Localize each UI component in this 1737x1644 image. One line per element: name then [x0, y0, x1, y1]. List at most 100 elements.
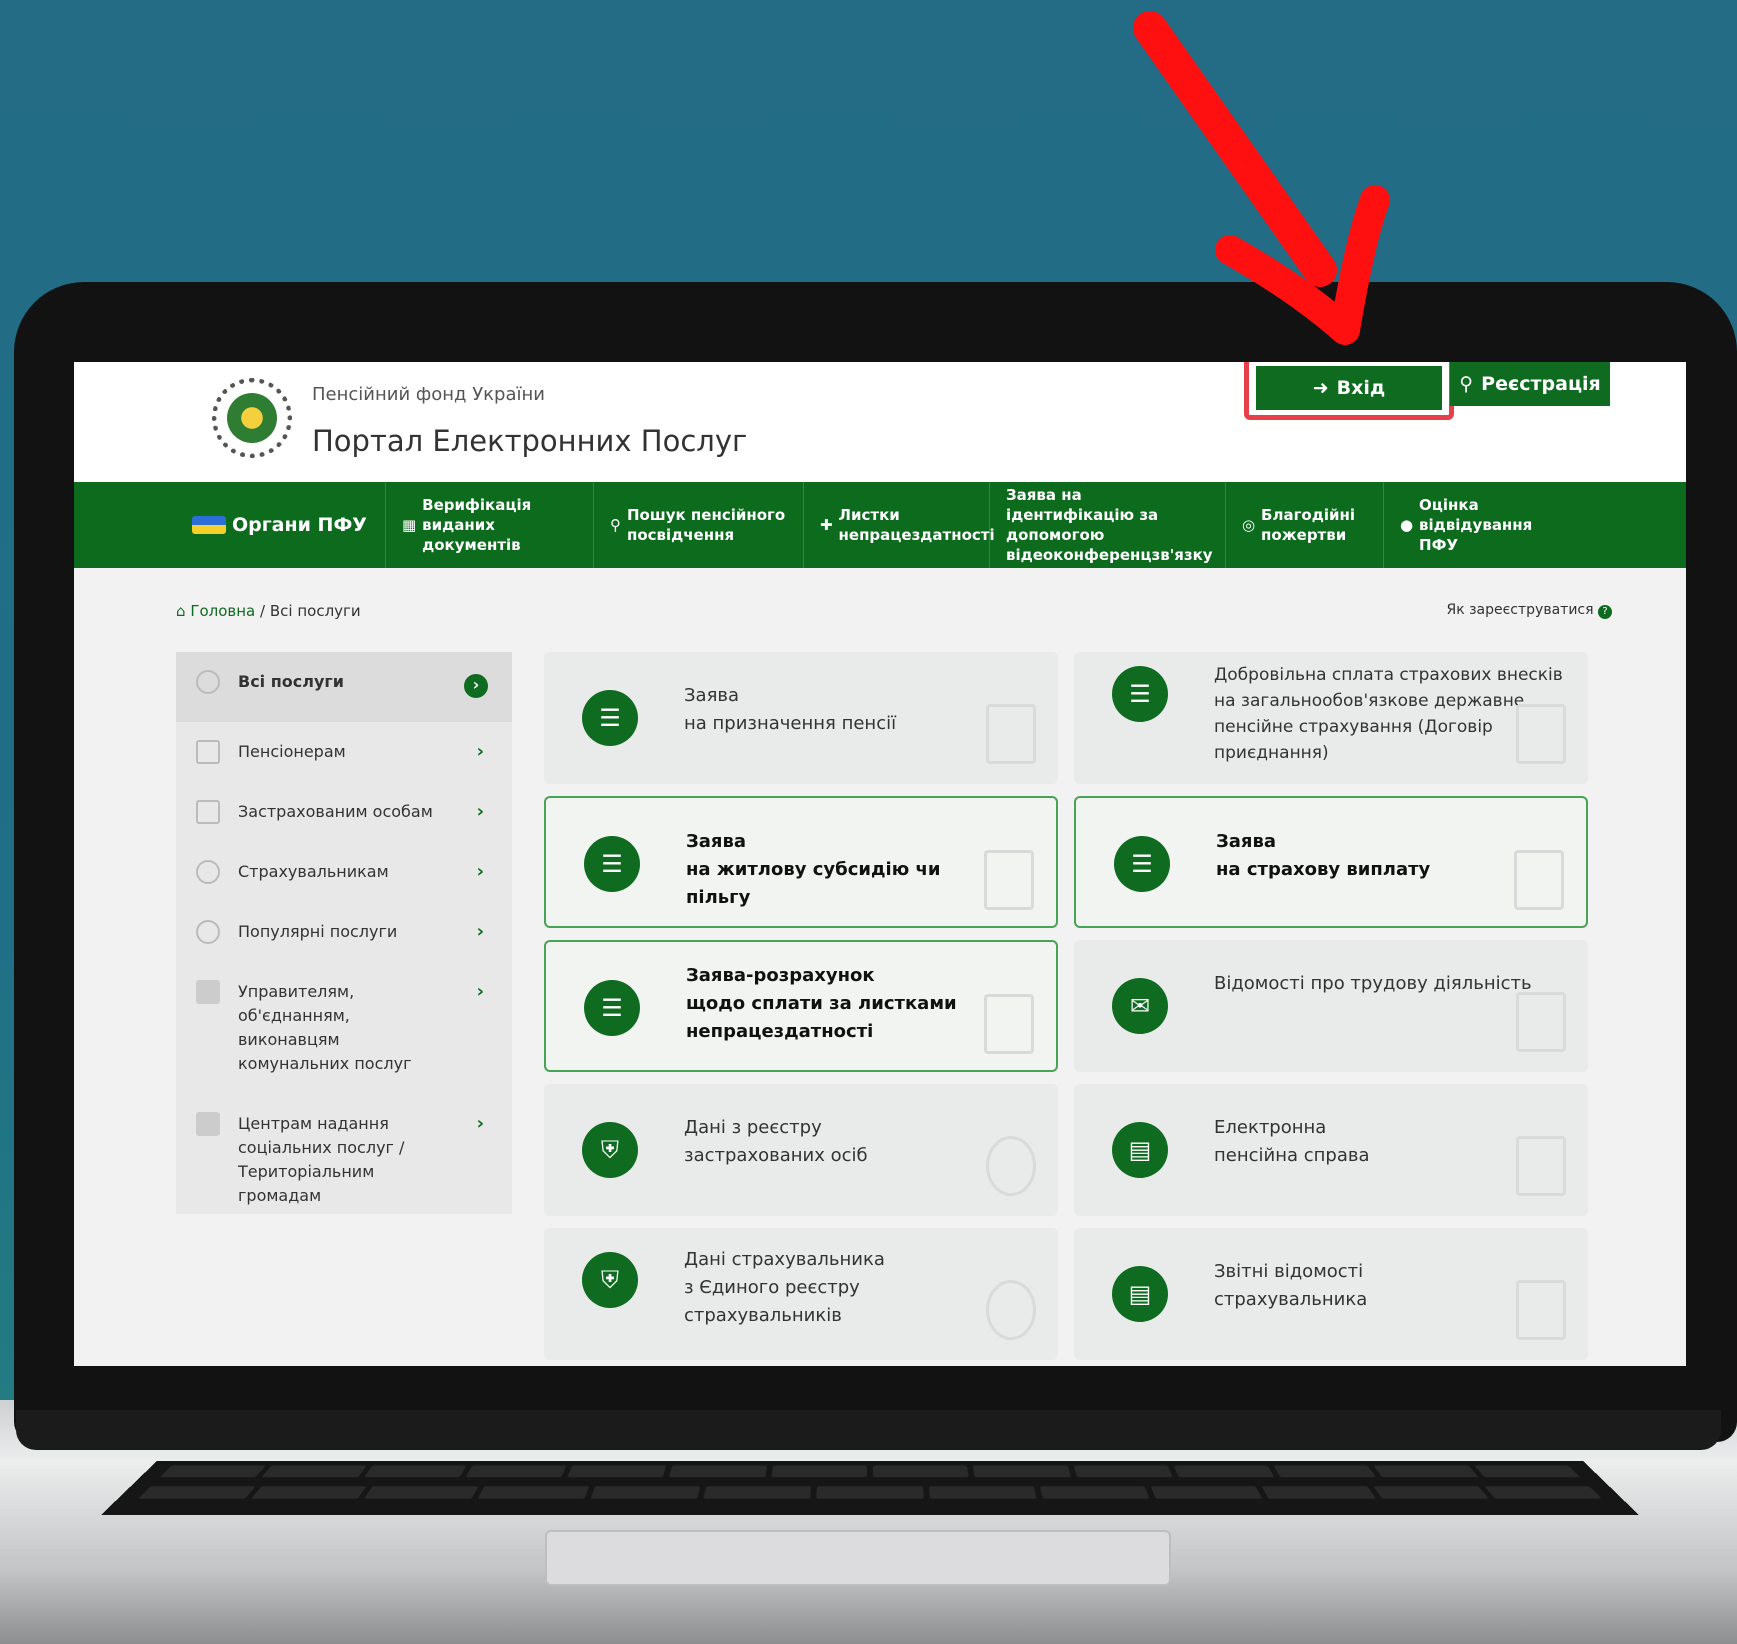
howto-register-label: Як зареєструватися: [1446, 602, 1594, 618]
document-check-icon: ☰: [584, 836, 640, 892]
star-icon: [196, 920, 220, 944]
card-text: Заява на страхову виплату: [1216, 831, 1431, 880]
nav-pfu-bodies[interactable]: Органи ПФУ: [174, 482, 386, 568]
file-ghost-icon: [1516, 1136, 1566, 1196]
card-text: Відомості про трудову діяльність: [1214, 973, 1532, 994]
breadcrumb: ⌂ Головна / Всі послуги: [176, 602, 361, 620]
search-icon: ⚲: [609, 516, 621, 534]
laptop-trackpad: [545, 1530, 1171, 1586]
card-text: Звітні відомості страхувальника: [1214, 1261, 1368, 1310]
chevron-right-icon: ›: [476, 1113, 484, 1134]
nav-sick-leave[interactable]: ✚ Листки непрацездатності: [804, 482, 995, 568]
login-label: Вхід: [1336, 377, 1386, 399]
breadcrumb-current: Всі послуги: [269, 602, 361, 620]
nav-verification[interactable]: ▦ Верифікація виданих документів: [386, 482, 594, 568]
service-card-employment-info[interactable]: ✉ Відомості про трудову діяльність: [1074, 940, 1588, 1072]
service-card-voluntary-contributions[interactable]: ☰ Добровільна сплата страхових внесків на…: [1074, 652, 1588, 784]
nav-label: Оцінка відвідування ПФУ: [1419, 496, 1533, 554]
sidebar-item-label: Пенсіонерам: [238, 742, 346, 761]
nav-label: Листки непрацездатності: [838, 506, 995, 544]
document-icon: [196, 800, 220, 824]
service-card-insurer-registry[interactable]: ⛨ Дані страхувальника з Єдиного реєстру ст…: [544, 1228, 1058, 1360]
shield-ghost-icon: [986, 1280, 1036, 1340]
report-icon: ▤: [1112, 1266, 1168, 1322]
shield-ghost-icon: [986, 1136, 1036, 1196]
shield-icon: ⛨: [582, 1252, 638, 1308]
document-check-icon: ☰: [1114, 836, 1170, 892]
list-icon: [196, 670, 220, 694]
folder-icon: [196, 1112, 220, 1136]
sidebar-item-label: Центрам надання соціальних послуг / Тери…: [238, 1114, 405, 1205]
card-text: Заява-розрахунок щодо сплати за листками н…: [686, 965, 957, 1042]
envelope-ghost-icon: [1516, 992, 1566, 1052]
file-icon: ▤: [1112, 1122, 1168, 1178]
coins-icon: ◎: [1241, 516, 1256, 534]
sidebar-item-social-centers[interactable]: Центрам надання соціальних послуг / Тери…: [176, 1094, 512, 1226]
sidebar-item-label: Всі послуги: [238, 672, 344, 691]
envelope-icon: [196, 740, 220, 764]
service-card-housing-subsidy[interactable]: ☰ Заява на житлову субсидію чи пільгу: [544, 796, 1058, 928]
breadcrumb-home[interactable]: Головна: [190, 602, 255, 620]
nav-pension-search[interactable]: ⚲ Пошук пенсійного посвідчення: [594, 482, 804, 568]
service-card-sick-leave-calculation[interactable]: ☰ Заява-розрахунок щодо сплати за листкам…: [544, 940, 1058, 1072]
register-label: Реєстрація: [1481, 373, 1601, 395]
sidebar-item-label: Управителям, об'єднанням, виконавцям ком…: [238, 982, 412, 1073]
document-check-icon: ☰: [1112, 666, 1168, 722]
sidebar-item-insurers[interactable]: Страхувальникам ›: [176, 842, 512, 902]
document-ghost-icon: [984, 850, 1034, 910]
login-button[interactable]: ➜ Вхід: [1256, 366, 1442, 410]
sidebar-item-popular[interactable]: Популярні послуги ›: [176, 902, 512, 962]
sidebar-item-insured[interactable]: Застрахованим особам ›: [176, 782, 512, 842]
sidebar-item-label: Популярні послуги: [238, 922, 398, 941]
card-text: Добровільна сплата страхових внесків на з…: [1214, 665, 1563, 763]
nav-visit-rating[interactable]: ● Оцінка відвідування ПФУ: [1384, 482, 1554, 568]
nav-video-identification[interactable]: Заява на ідентифікацію за допомогою віде…: [990, 482, 1226, 568]
comment-icon: ●: [1399, 516, 1414, 534]
service-card-insurer-reports[interactable]: ▤ Звітні відомості страхувальника: [1074, 1228, 1588, 1360]
report-ghost-icon: [1516, 1280, 1566, 1340]
register-button[interactable]: ⚲ Реєстрація: [1450, 362, 1610, 406]
document-check-icon: ☰: [582, 690, 638, 746]
portal-title: Портал Електронних Послуг: [312, 424, 748, 458]
chevron-right-icon: ›: [476, 801, 484, 822]
user-plus-icon: ⚲: [1459, 373, 1474, 395]
chevron-right-icon: ›: [476, 741, 484, 762]
document-ghost-icon: [1514, 850, 1564, 910]
sidebar: Всі послуги › Пенсіонерам › Застраховани…: [176, 652, 512, 1214]
chevron-right-icon: ›: [464, 674, 488, 698]
main-nav: Органи ПФУ ▦ Верифікація виданих докумен…: [74, 482, 1686, 568]
sidebar-item-all-services[interactable]: Всі послуги ›: [176, 652, 512, 722]
pfu-logo[interactable]: [212, 378, 292, 458]
sidebar-item-label: Застрахованим особам: [238, 802, 433, 821]
document-ghost-icon: [1516, 704, 1566, 764]
laptop-hinge: [16, 1410, 1721, 1450]
service-card-pension-application[interactable]: ☰ Заява на призначення пенсії: [544, 652, 1058, 784]
folder-icon: [196, 980, 220, 1004]
document-ghost-icon: [984, 994, 1034, 1054]
sidebar-item-managers[interactable]: Управителям, об'єднанням, виконавцям ком…: [176, 962, 512, 1094]
flag-icon: [192, 516, 226, 534]
red-arrow-annotation: [1133, 11, 1390, 345]
card-text: Заява на житлову субсидію чи пільгу: [686, 831, 941, 908]
home-icon: ⌂: [176, 602, 186, 620]
nav-label: Пошук пенсійного посвідчення: [626, 506, 786, 544]
nav-label: Верифікація виданих документів: [422, 496, 532, 554]
site-header: Пенсійний фонд України Портал Електронни…: [74, 362, 1686, 482]
card-text: Заява на призначення пенсії: [684, 685, 897, 734]
chevron-right-icon: ›: [476, 981, 484, 1002]
sidebar-item-pensioners[interactable]: Пенсіонерам ›: [176, 722, 512, 782]
howto-register-link[interactable]: Як зареєструватися ?: [1446, 602, 1612, 619]
document-check-icon: ☰: [584, 980, 640, 1036]
org-name: Пенсійний фонд України: [312, 384, 545, 405]
card-text: Електронна пенсійна справа: [1214, 1117, 1370, 1166]
info-icon: [196, 860, 220, 884]
document-ghost-icon: [986, 704, 1036, 764]
browser-screen: Пенсійний фонд України Портал Електронни…: [74, 362, 1686, 1366]
envelope-icon: ✉: [1112, 978, 1168, 1034]
service-card-electronic-pension-file[interactable]: ▤ Електронна пенсійна справа: [1074, 1084, 1588, 1216]
sign-in-icon: ➜: [1312, 377, 1329, 399]
nav-label: Органи ПФУ: [232, 514, 367, 536]
service-card-insurance-payment[interactable]: ☰ Заява на страхову виплату: [1074, 796, 1588, 928]
service-card-insured-registry[interactable]: ⛨ Дані з реєстру застрахованих осіб: [544, 1084, 1058, 1216]
nav-donations[interactable]: ◎ Благодійні пожертви: [1226, 482, 1384, 568]
